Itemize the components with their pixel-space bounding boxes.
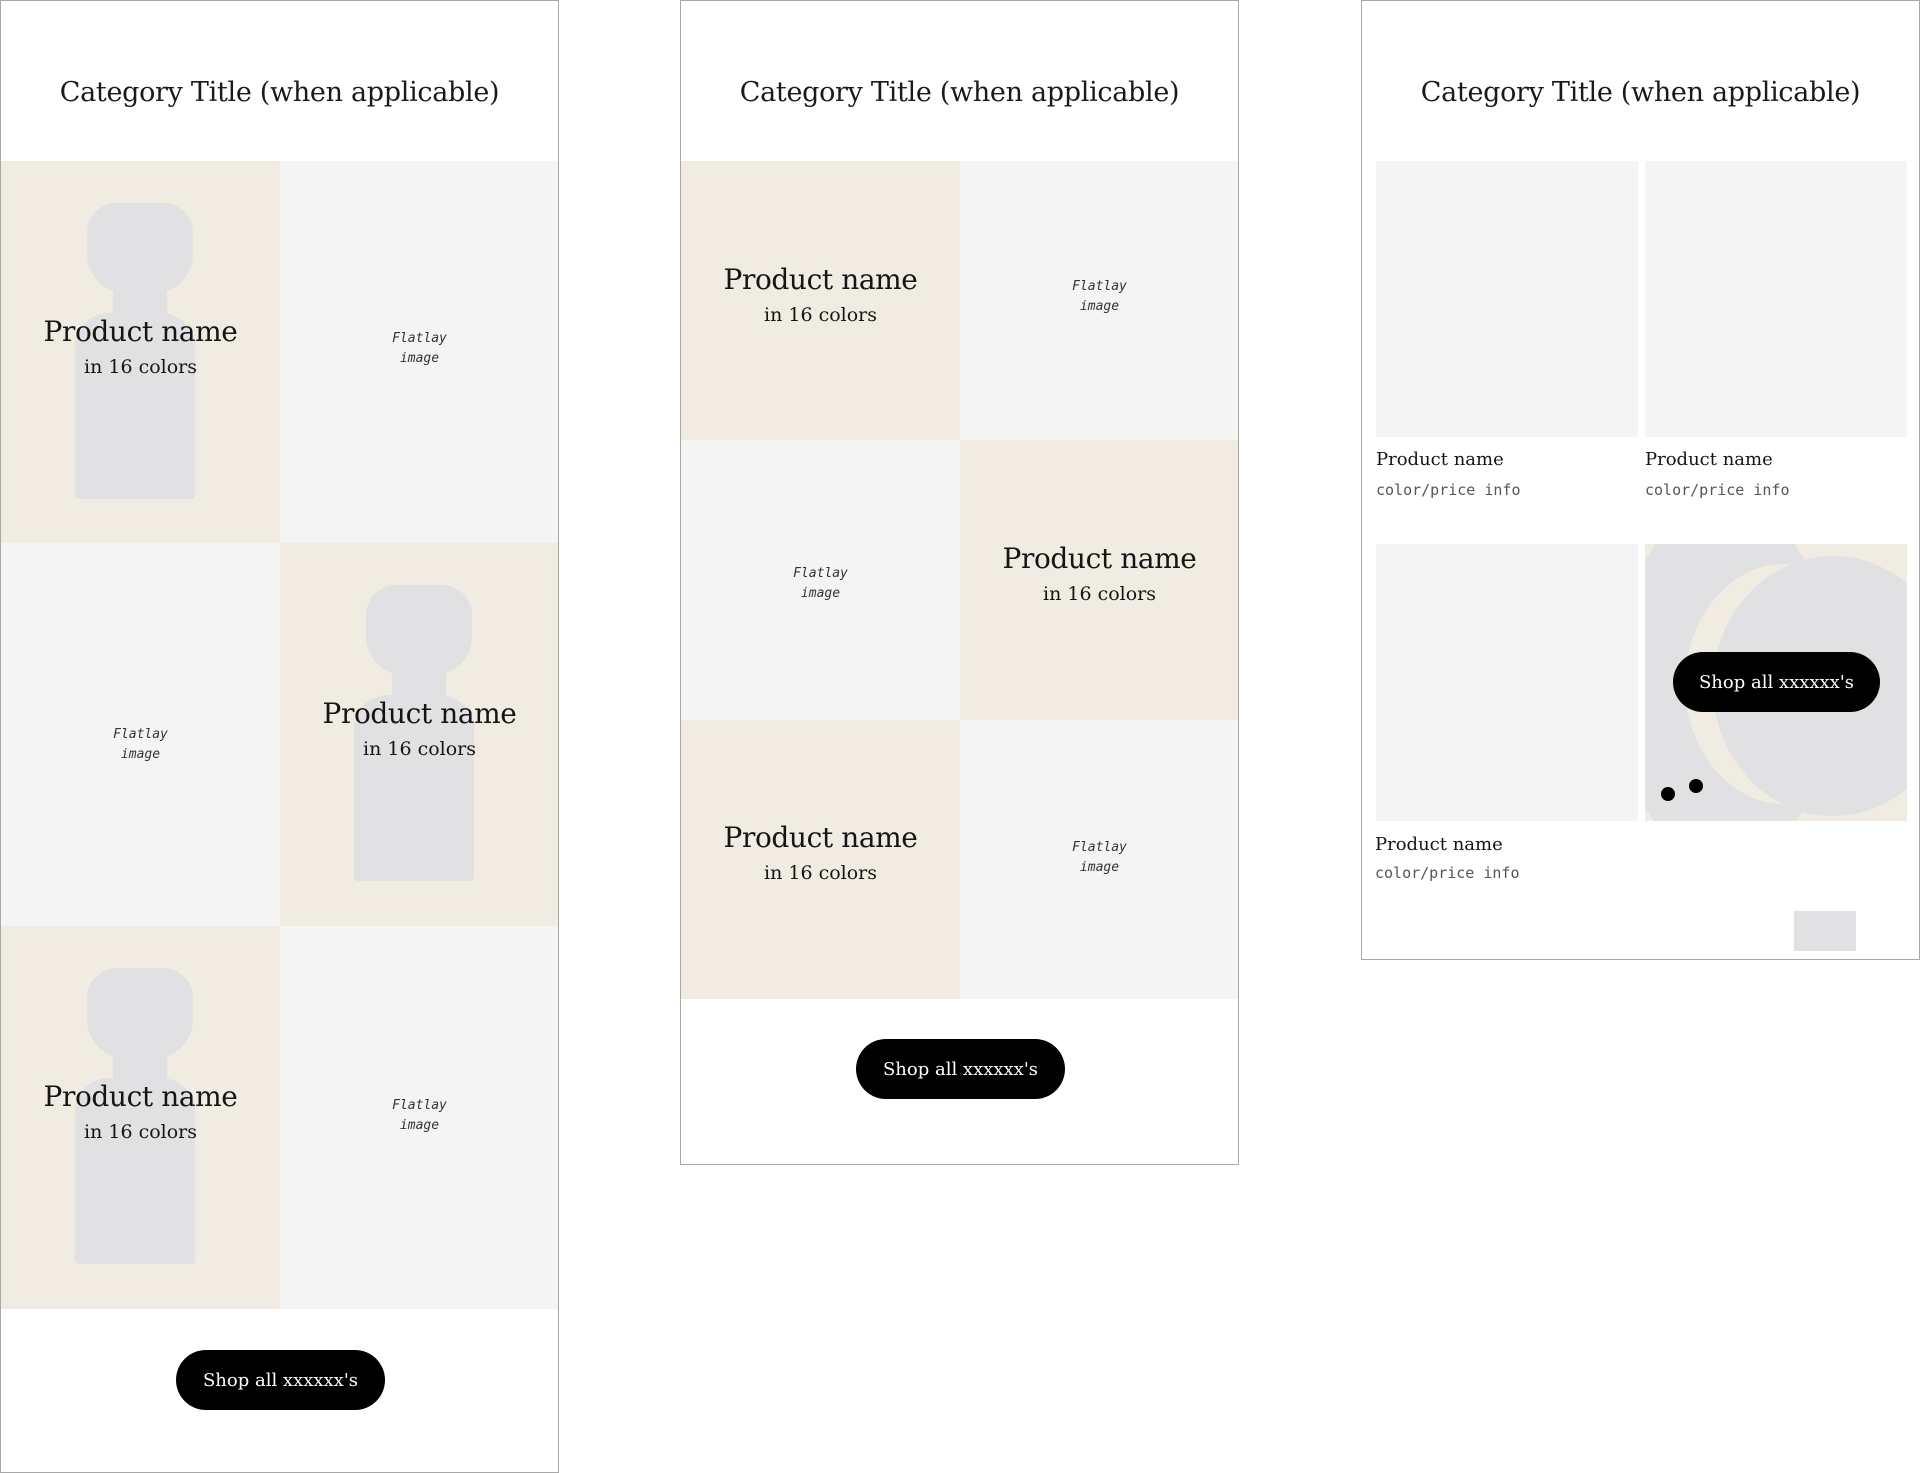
product-name: Product name <box>1002 542 1197 575</box>
product-tile[interactable]: Product name in 16 colors <box>681 161 960 440</box>
flatlay-image-placeholder: Flatlay image <box>1072 279 1127 314</box>
shop-all-button[interactable]: Shop all xxxxxx's <box>176 1350 385 1410</box>
flatlay-image-placeholder: Flatlay image <box>793 566 848 601</box>
product-name: Product name <box>322 697 517 730</box>
flatlay-image-placeholder: Flatlay image <box>392 331 447 366</box>
product-card-info: color/price info <box>1376 481 1521 499</box>
product-tile[interactable]: Product name in 16 colors <box>1 161 280 543</box>
flatlay-tile[interactable]: Flatlay image <box>681 440 960 720</box>
category-title: Category Title (when applicable) <box>59 77 500 108</box>
product-card-info: color/price info <box>1375 864 1520 882</box>
product-color-count: in 16 colors <box>764 304 877 326</box>
product-card-info: color/price info <box>1645 481 1790 499</box>
decorative-dot-icon <box>1661 787 1675 801</box>
category-title: Category Title (when applicable) <box>739 77 1180 108</box>
product-name: Product name <box>723 263 918 296</box>
flatlay-tile[interactable]: Flatlay image <box>960 161 1238 440</box>
product-name: Product name <box>723 821 918 854</box>
decorative-dot-icon <box>1689 779 1703 793</box>
product-card-image[interactable] <box>1376 544 1638 821</box>
mobile-frame-3: Category Title (when applicable) Product… <box>1361 0 1920 960</box>
product-tile[interactable]: Product name in 16 colors <box>681 720 960 999</box>
flatlay-tile[interactable]: Flatlay image <box>960 720 1238 999</box>
product-color-count: in 16 colors <box>1043 583 1156 605</box>
flatlay-tile[interactable]: Flatlay image <box>1 543 280 926</box>
product-tile[interactable]: Product name in 16 colors <box>280 543 558 926</box>
product-card-image[interactable] <box>1645 161 1907 437</box>
product-color-count: in 16 colors <box>84 1121 197 1143</box>
product-color-count: in 16 colors <box>363 738 476 760</box>
product-name: Product name <box>43 315 238 348</box>
placeholder-block <box>1794 911 1856 951</box>
product-color-count: in 16 colors <box>84 356 197 378</box>
product-name: Product name <box>43 1080 238 1113</box>
flatlay-image-placeholder: Flatlay image <box>1072 840 1127 875</box>
shop-all-button[interactable]: Shop all xxxxxx's <box>1673 652 1880 712</box>
flatlay-image-placeholder: Flatlay image <box>392 1098 447 1133</box>
product-tile[interactable]: Product name in 16 colors <box>1 926 280 1309</box>
product-card-image[interactable] <box>1376 161 1638 437</box>
flatlay-tile[interactable]: Flatlay image <box>280 161 558 543</box>
category-title: Category Title (when applicable) <box>1420 77 1861 108</box>
product-card-name[interactable]: Product name <box>1376 449 1504 470</box>
mobile-frame-1: Category Title (when applicable) Product… <box>0 0 559 1473</box>
product-tile[interactable]: Product name in 16 colors <box>960 440 1238 720</box>
shop-all-button[interactable]: Shop all xxxxxx's <box>856 1039 1065 1099</box>
flatlay-tile[interactable]: Flatlay image <box>280 926 558 1309</box>
product-card-name[interactable]: Product name <box>1375 834 1503 855</box>
mobile-frame-2: Category Title (when applicable) Product… <box>680 0 1239 1165</box>
product-card-name[interactable]: Product name <box>1645 449 1773 470</box>
product-color-count: in 16 colors <box>764 862 877 884</box>
flatlay-image-placeholder: Flatlay image <box>113 727 168 762</box>
